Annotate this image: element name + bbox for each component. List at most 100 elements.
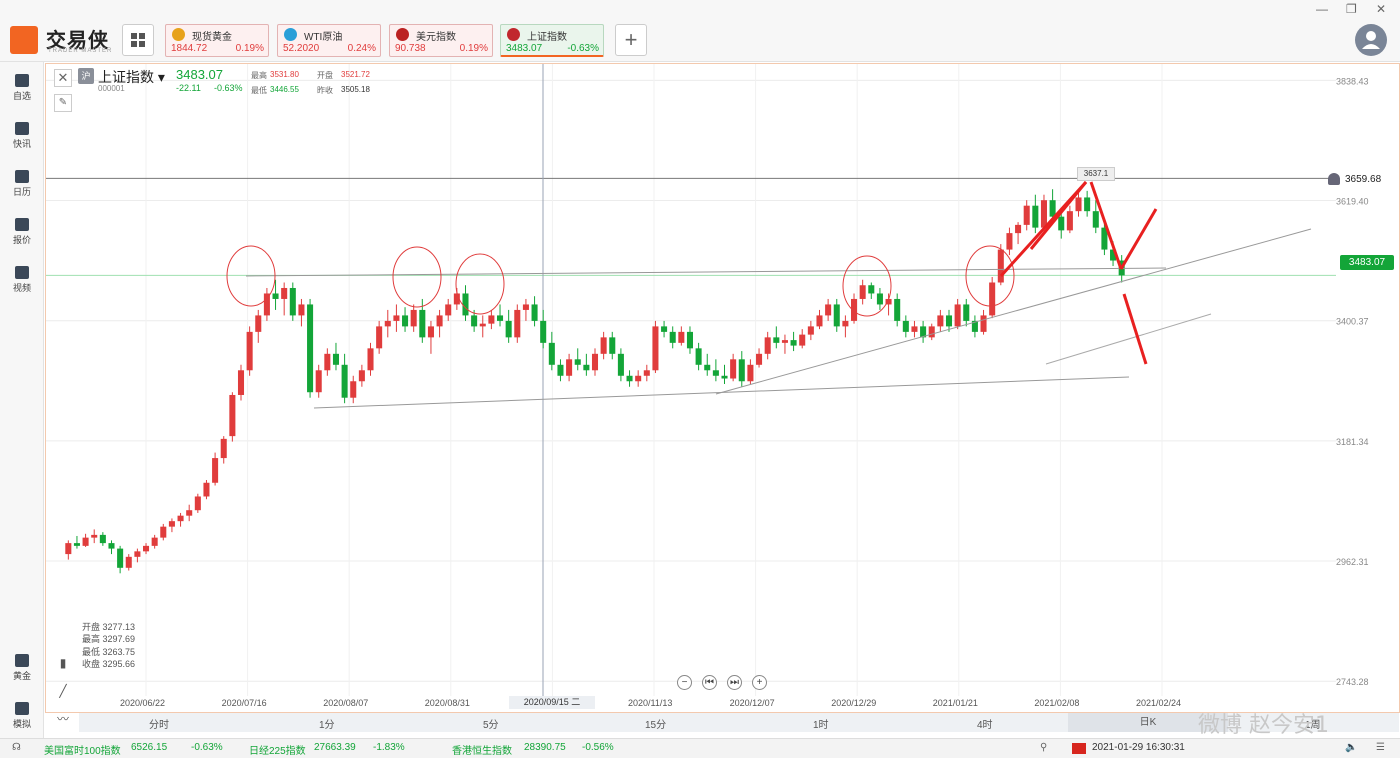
layout-grid-button[interactable]	[122, 24, 154, 56]
trend-line	[1045, 313, 1212, 365]
candle-body	[1058, 216, 1065, 231]
candle-body	[255, 315, 262, 332]
sidebar-item-quotes[interactable]: 报价	[0, 214, 44, 250]
candlestick-chart[interactable]: 3838.43 3619.40 3400.37 3181.34 2962.31 2743.…	[46, 64, 1400, 714]
ohlc-high: 最高 3297.69	[82, 634, 136, 644]
candle-body	[833, 304, 840, 327]
candle-body	[652, 326, 659, 371]
scroll-start-button[interactable]: ⏮	[702, 675, 717, 690]
user-avatar[interactable]	[1355, 24, 1387, 56]
ticker-usd-index[interactable]: 美元指数 90.738 0.19%	[389, 24, 493, 57]
ticker-price: 1844.72	[171, 43, 208, 54]
indicator-icon[interactable]: 〰	[54, 710, 72, 726]
candle-body	[816, 315, 823, 327]
sidebar-item-simulate[interactable]: 模拟	[0, 698, 44, 734]
close-chart-button[interactable]: ✕	[54, 69, 72, 87]
candle-body	[143, 545, 150, 552]
status-index-pct: -0.63%	[191, 742, 223, 753]
candle-body	[945, 315, 953, 327]
menu-icon[interactable]: ☰	[1376, 742, 1385, 753]
candle-type-icon[interactable]: ▮	[54, 656, 72, 672]
close-button[interactable]: ✕	[1376, 2, 1386, 16]
zoom-out-button[interactable]: −	[677, 675, 692, 690]
candle-body	[125, 556, 132, 568]
candle-body	[212, 458, 219, 483]
status-index-name[interactable]: 香港恒生指数	[452, 742, 512, 757]
trend-line	[245, 267, 1167, 277]
candle-body	[1084, 197, 1091, 212]
app-window: 交易侠 TRADER MASTER 现货黄金 1844.72 0.19% WTI…	[0, 0, 1400, 758]
candle-body	[773, 337, 780, 343]
ticker-gold[interactable]: 现货黄金 1844.72 0.19%	[165, 24, 269, 57]
sidebar-item-watchlist[interactable]: 自选	[0, 70, 44, 106]
candle-body	[928, 326, 935, 338]
candle-body	[721, 375, 728, 379]
star-icon	[15, 74, 29, 87]
calculator-icon	[15, 654, 29, 667]
sidebar-item-news[interactable]: 快讯	[0, 118, 44, 154]
peak-price-marker: 3637.1	[1077, 167, 1115, 181]
add-ticker-button[interactable]: +	[615, 24, 647, 56]
candle-body	[99, 534, 106, 544]
status-index-pct: -1.83%	[373, 742, 405, 753]
connection-icon[interactable]: ⚲	[1040, 742, 1047, 753]
candle-body	[902, 320, 909, 332]
tab-timeframe-1m[interactable]: 1分	[319, 716, 335, 731]
sidebar-item-label: 模拟	[12, 719, 31, 729]
scroll-end-button[interactable]: ⏭	[727, 675, 742, 690]
candle-body	[807, 326, 814, 335]
candle-body	[479, 323, 486, 327]
sidebar-item-calendar[interactable]: 日历	[0, 166, 44, 202]
candle-body	[65, 543, 72, 555]
candle-body	[384, 320, 391, 327]
pin-chart-button[interactable]: ✎	[54, 94, 72, 112]
tab-timeframe-4h[interactable]: 4时	[977, 716, 993, 731]
sidebar-item-label: 自选	[12, 91, 31, 101]
sidebar-item-gold[interactable]: 黄金	[0, 650, 44, 686]
bell-icon[interactable]	[1328, 173, 1340, 185]
candle-body	[514, 309, 521, 338]
tab-timeframe-5m[interactable]: 5分	[483, 716, 499, 731]
tab-timeframe-intraday[interactable]: 分时	[149, 716, 169, 731]
candle-body	[289, 287, 296, 316]
candle-body	[73, 543, 80, 546]
candle-body	[963, 304, 970, 321]
grid-icon	[131, 33, 145, 47]
calendar-icon	[15, 170, 29, 183]
status-bar: ☊ 美国富时100指数 6526.15 -0.63% 日经225指数 27663…	[0, 738, 1400, 758]
chart-panel[interactable]: 3838.43 3619.40 3400.37 3181.34 2962.31 2743.…	[45, 63, 1400, 713]
sidebar-item-label: 视频	[12, 283, 31, 293]
sidebar-item-video[interactable]: 视频	[0, 262, 44, 298]
restore-button[interactable]: ❐	[1346, 2, 1357, 16]
sidebar-item-label: 快讯	[12, 139, 31, 149]
candle-body	[497, 315, 504, 321]
headset-icon[interactable]: ☊	[12, 742, 21, 753]
tab-timeframe-15m[interactable]: 15分	[645, 716, 666, 731]
candle-body	[842, 320, 849, 327]
status-index-name[interactable]: 美国富时100指数	[44, 742, 121, 757]
candle-body	[272, 293, 279, 299]
speaker-icon[interactable]: 🔈	[1345, 742, 1357, 753]
candle-body	[980, 315, 987, 332]
zoom-in-button[interactable]: +	[752, 675, 767, 690]
candle-body	[402, 315, 409, 327]
candle-body	[151, 537, 158, 546]
status-index-name[interactable]: 日经225指数	[249, 742, 306, 757]
ticker-price: 52.2020	[283, 43, 320, 54]
ticker-wti[interactable]: WTI原油 52.2020 0.24%	[277, 24, 381, 57]
price-tick-label: 2962.31	[1336, 557, 1369, 567]
ticker-shanghai[interactable]: 上证指数 3483.07 -0.63%	[500, 24, 604, 57]
candle-body	[894, 298, 901, 321]
draw-line-icon[interactable]: ╱	[54, 684, 72, 700]
candle-body	[617, 353, 624, 376]
candle-body	[134, 551, 141, 557]
oil-icon	[284, 28, 297, 41]
ticker-name: 美元指数	[416, 32, 456, 43]
date-tick-label: 2021/02/24	[1136, 698, 1181, 708]
candle-body	[281, 287, 288, 299]
tab-timeframe-1h[interactable]: 1时	[813, 716, 829, 731]
candle-body	[574, 359, 581, 365]
candle-body	[937, 315, 944, 327]
candle-body	[747, 364, 754, 382]
minimize-button[interactable]: —	[1316, 2, 1328, 16]
